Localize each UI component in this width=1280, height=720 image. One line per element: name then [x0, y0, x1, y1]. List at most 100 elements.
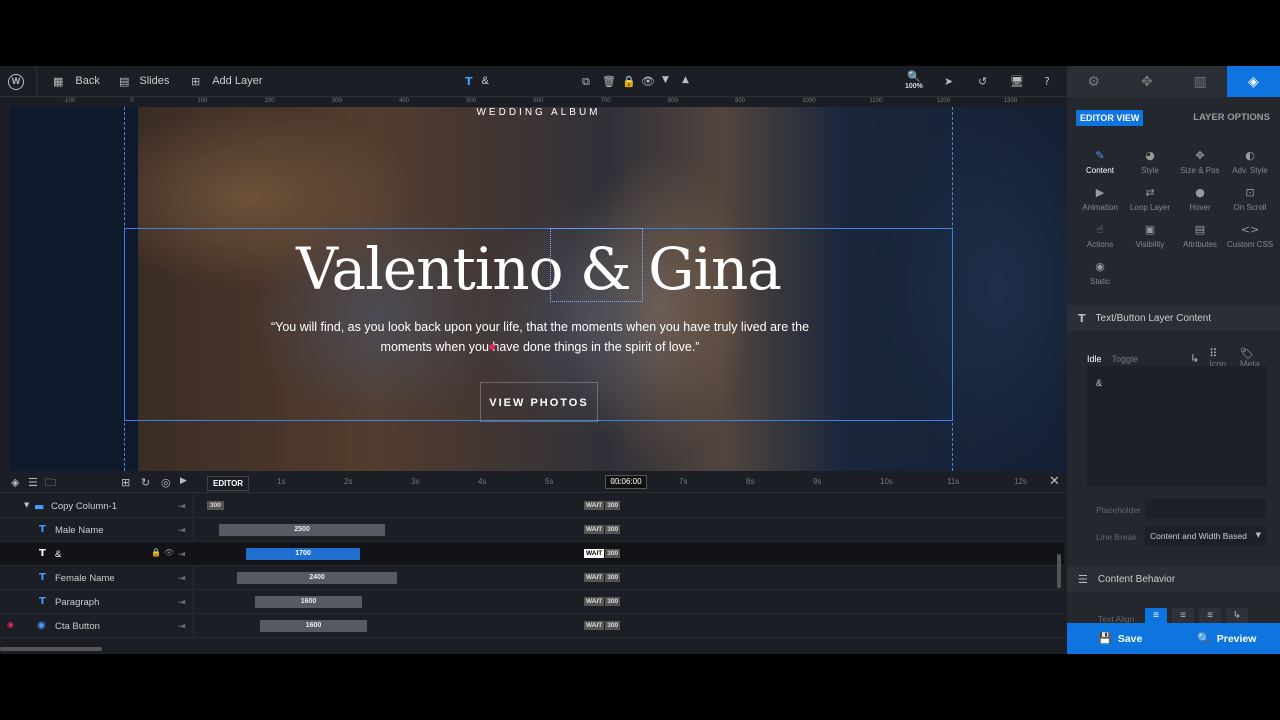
- line-break-icon[interactable]: ↳: [1190, 353, 1199, 364]
- list-icon[interactable]: ☰: [28, 477, 38, 488]
- trash-icon[interactable]: 🗑: [602, 76, 616, 87]
- folder-icon[interactable]: 🗀: [45, 477, 56, 488]
- grid-icon[interactable]: ⊞: [121, 477, 130, 488]
- ruler-tick-label: 1300: [1003, 98, 1018, 104]
- expand-arrow-icon[interactable]: ⇥: [178, 549, 186, 560]
- timing-bar[interactable]: 1600: [260, 620, 367, 632]
- close-icon[interactable]: ✕: [1049, 475, 1060, 488]
- layer-text-editor[interactable]: &: [1087, 366, 1267, 486]
- custom-css-option[interactable]: <> Custom CSS: [1225, 224, 1275, 251]
- layers-tab[interactable]: ◈: [1226, 66, 1280, 97]
- lock-icon[interactable]: 🔒: [151, 549, 161, 557]
- content-option[interactable]: ✎ Content: [1075, 150, 1125, 177]
- code-icon: <>: [1240, 223, 1260, 236]
- chevron-down-icon[interactable]: ▼: [662, 76, 669, 85]
- ruler-tick-label: -100: [63, 98, 76, 104]
- text-content-section-header[interactable]: T Text/Button Layer Content: [1067, 305, 1280, 331]
- slide-canvas[interactable]: WEDDING ALBUM Valentino & Gina “You will…: [10, 107, 1067, 471]
- quote-paragraph[interactable]: “You will find, as you look back upon yo…: [270, 317, 810, 357]
- timeline-vertical-scrollbar[interactable]: [1057, 554, 1061, 588]
- desktop-icon[interactable]: 🖥: [1010, 76, 1024, 87]
- back-button[interactable]: ▦ Back: [53, 66, 100, 97]
- timeline-tick-label: 1s: [277, 477, 286, 486]
- ruler-tick-label: 0: [130, 98, 134, 104]
- expand-arrow-icon[interactable]: ⇥: [178, 573, 186, 584]
- layer-row-paragraph[interactable]: T Paragraph ⇥ 1600 WAIT 300: [0, 590, 1064, 614]
- layers-icon[interactable]: ◈: [11, 477, 19, 488]
- timeline-horizontal-scrollbar[interactable]: [0, 647, 102, 651]
- timing-bar[interactable]: 2500: [219, 524, 385, 536]
- align-center-icon[interactable]: ≡: [1172, 608, 1194, 624]
- add-layer-button[interactable]: ⊞ Add Layer: [191, 66, 262, 97]
- timing-bar[interactable]: 2400: [237, 572, 397, 584]
- layer-row-male-name[interactable]: T Male Name ⇥ 2500 WAIT 300: [0, 518, 1064, 542]
- expand-arrow-icon[interactable]: ⇥: [178, 597, 186, 608]
- slides-button[interactable]: ▤ Slides: [119, 66, 169, 97]
- play-icon[interactable]: ▶: [180, 477, 187, 486]
- slides-tab[interactable]: ▥: [1174, 66, 1227, 97]
- duplicate-icon[interactable]: ⧉: [582, 76, 590, 87]
- timeline-tick-label: 5s: [545, 477, 554, 486]
- current-layer-indicator[interactable]: T &: [465, 66, 489, 97]
- album-label[interactable]: WEDDING ALBUM: [10, 107, 1067, 118]
- zoom-control[interactable]: 🔍 100%: [905, 71, 923, 90]
- visibility-option[interactable]: ▣ Visibility: [1125, 224, 1175, 251]
- slides-icon: ▤: [119, 74, 130, 88]
- layer-options-label[interactable]: LAYER OPTIONS: [1193, 112, 1270, 123]
- ruler-tick-label: 700: [600, 98, 611, 104]
- idle-tab[interactable]: Idle: [1087, 354, 1102, 364]
- refresh-icon[interactable]: ↻: [141, 477, 150, 488]
- hover-option[interactable]: ● Hover: [1175, 187, 1225, 214]
- eye-icon[interactable]: 👁: [641, 76, 655, 87]
- animation-option[interactable]: ▶ Animation: [1075, 187, 1125, 214]
- loop-icon: ⇄: [1145, 186, 1155, 199]
- actions-option[interactable]: ☝ Actions: [1075, 224, 1125, 251]
- button-layer-icon: ◉: [37, 620, 46, 631]
- undo-icon[interactable]: ↺: [978, 76, 987, 87]
- cursor-icon[interactable]: ➤: [944, 76, 953, 87]
- editor-view-badge[interactable]: EDITOR VIEW: [1076, 110, 1144, 126]
- chevron-up-icon[interactable]: ▲: [682, 76, 689, 85]
- expand-arrow-icon[interactable]: ⇥: [178, 621, 186, 632]
- target-icon[interactable]: ◎: [161, 477, 171, 488]
- placeholder-input[interactable]: [1145, 499, 1266, 519]
- lock-icon[interactable]: 🔒: [622, 76, 636, 87]
- navigation-tab[interactable]: ✥: [1120, 66, 1173, 97]
- eye-icon[interactable]: 👁: [164, 549, 174, 557]
- on-scroll-option[interactable]: ⊡ On Scroll: [1225, 187, 1275, 214]
- editor-label[interactable]: EDITOR: [207, 476, 250, 491]
- expand-arrow-icon[interactable]: ⇥: [178, 525, 186, 536]
- align-left-icon[interactable]: ≡: [1145, 608, 1167, 624]
- adv-style-option[interactable]: ◐ Adv. Style: [1225, 150, 1275, 177]
- align-auto-icon[interactable]: ↳: [1226, 608, 1248, 624]
- preview-button[interactable]: 🔍 Preview: [1174, 623, 1280, 654]
- couple-names-heading[interactable]: Valentino & Gina: [10, 235, 1067, 303]
- layer-row-female-name[interactable]: T Female Name ⇥ 2400 WAIT 300: [0, 566, 1064, 590]
- timeline-tick-label: 12s: [1014, 477, 1027, 486]
- attributes-option[interactable]: ▤ Attributes: [1175, 224, 1225, 251]
- toggle-tab[interactable]: Toggle: [1112, 354, 1139, 364]
- settings-tab[interactable]: ⚙: [1067, 66, 1120, 97]
- style-option[interactable]: ◕ Style: [1125, 150, 1175, 177]
- align-right-icon[interactable]: ≡: [1199, 608, 1221, 624]
- target-marker-icon: ◉: [7, 620, 14, 629]
- timing-bar[interactable]: 1600: [255, 596, 362, 608]
- layer-row-ampersand[interactable]: T & 🔒 👁 ⇥ 1700 WAIT 300: [0, 542, 1064, 566]
- line-break-select[interactable]: Content and Width Based ▼: [1145, 526, 1266, 546]
- timing-bar[interactable]: 1700: [246, 548, 360, 560]
- loop-layer-option[interactable]: ⇄ Loop Layer: [1125, 187, 1175, 214]
- text-icon: T: [1078, 311, 1086, 325]
- save-button[interactable]: 💾 Save: [1067, 623, 1174, 654]
- help-icon[interactable]: ?: [1044, 76, 1050, 87]
- group-row[interactable]: ▼ ▬ Copy Column-1 ⇥ 300 WAIT 300: [0, 494, 1064, 518]
- content-behavior-section-header[interactable]: ☰ Content Behavior: [1067, 566, 1280, 592]
- static-option[interactable]: ◉ Static: [1075, 261, 1125, 288]
- expand-arrow-icon[interactable]: ⇥: [178, 501, 186, 512]
- size-pos-option[interactable]: ✥ Size & Pos: [1175, 150, 1225, 177]
- layer-row-cta-button[interactable]: ◉ ◉ Cta Button ⇥ 1600 WAIT 300: [0, 614, 1064, 638]
- wordpress-icon[interactable]: W: [8, 74, 24, 90]
- view-photos-button[interactable]: VIEW PHOTOS: [480, 382, 598, 422]
- timeline-tick-label: 10s: [880, 477, 893, 486]
- ampersand-layer-selection[interactable]: [550, 228, 643, 302]
- collapse-icon[interactable]: ▼: [24, 502, 29, 509]
